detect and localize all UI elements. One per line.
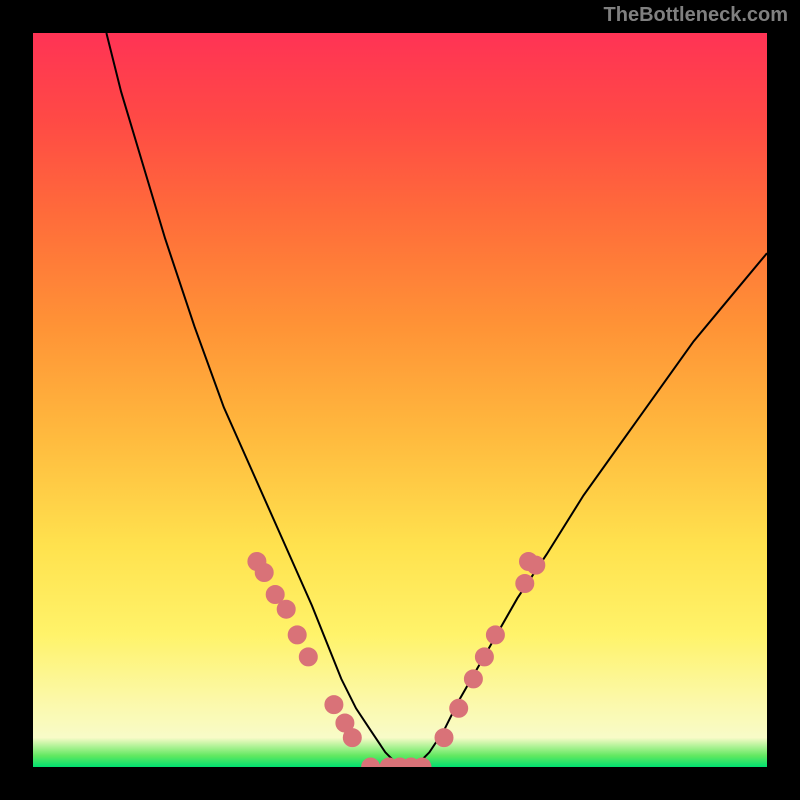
bottleneck-curve xyxy=(106,33,767,767)
data-marker xyxy=(435,729,453,747)
watermark-text: TheBottleneck.com xyxy=(604,4,788,27)
chart-svg xyxy=(33,33,767,767)
data-marker xyxy=(520,553,538,571)
data-marker xyxy=(325,696,343,714)
data-marker xyxy=(299,648,317,666)
data-marker xyxy=(486,626,504,644)
data-marker xyxy=(277,600,295,618)
data-marker xyxy=(362,758,380,767)
data-marker xyxy=(516,575,534,593)
data-marker xyxy=(475,648,493,666)
data-marker xyxy=(343,729,361,747)
data-marker xyxy=(255,564,273,582)
markers-group xyxy=(248,553,545,768)
data-marker xyxy=(464,670,482,688)
data-marker xyxy=(450,699,468,717)
data-marker xyxy=(288,626,306,644)
data-marker xyxy=(266,586,284,604)
